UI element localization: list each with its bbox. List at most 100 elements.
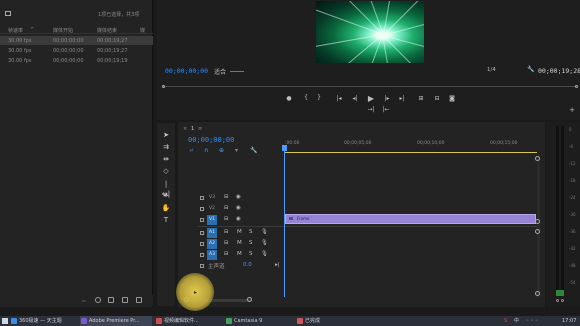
ime-indicator[interactable]: 中 xyxy=(514,316,519,326)
search-icon[interactable] xyxy=(95,297,101,303)
track-name[interactable]: V2 xyxy=(207,204,217,214)
microphone-icon[interactable]: 🎙 xyxy=(261,229,268,235)
delete-icon[interactable] xyxy=(136,297,142,303)
scrubber-end-handle[interactable] xyxy=(575,85,578,88)
step-forward-icon[interactable]: |▸ xyxy=(382,95,392,102)
eye-icon[interactable]: ◉ xyxy=(236,205,241,211)
type-icon[interactable]: T xyxy=(161,215,171,225)
track-header-v1[interactable]: V1 ⊟ ◉ xyxy=(197,215,283,226)
mute-button[interactable]: M xyxy=(237,251,242,257)
solo-button[interactable]: S xyxy=(249,251,253,257)
taskbar-item[interactable]: 已完成 xyxy=(296,316,348,326)
linked-selection-icon[interactable]: ∩ xyxy=(204,147,208,154)
track-header-v3[interactable]: V3 ⊟ ◉ xyxy=(197,193,283,204)
scroll-handle[interactable] xyxy=(535,156,540,161)
solo-button[interactable]: S xyxy=(249,229,253,235)
track-name[interactable]: A2 xyxy=(207,239,217,249)
track-name[interactable]: V3 xyxy=(207,193,217,203)
lock-icon[interactable] xyxy=(200,231,204,235)
lift-icon[interactable]: ⊞ xyxy=(416,95,426,102)
microphone-icon[interactable]: 🎙 xyxy=(261,251,268,257)
extract-icon[interactable]: ⊟ xyxy=(432,95,442,102)
mute-button[interactable]: M xyxy=(237,240,242,246)
solo-button[interactable]: S xyxy=(249,240,253,246)
master-volume[interactable]: 0.0 xyxy=(243,262,252,268)
go-to-out-icon[interactable]: ▸| xyxy=(397,95,407,102)
track-header-a1[interactable]: A1 ⊟ M S 🎙 xyxy=(197,228,283,239)
taskbar-item[interactable]: 视频编辑软件... xyxy=(155,316,221,326)
selection-tool-icon[interactable]: ➤ xyxy=(161,130,171,140)
go-to-end-icon[interactable]: ▸| xyxy=(275,262,280,268)
close-icon[interactable]: × xyxy=(183,126,187,132)
eye-icon[interactable]: ◉ xyxy=(236,216,241,222)
taskbar-item[interactable]: Camtasia 9 xyxy=(225,316,291,326)
microphone-icon[interactable]: 🎙 xyxy=(261,240,268,246)
step-back-icon[interactable]: ◂| xyxy=(350,95,360,102)
new-bin-icon[interactable] xyxy=(108,297,114,303)
out-point-icon[interactable]: } xyxy=(314,94,324,101)
lock-icon[interactable] xyxy=(200,242,204,246)
razor-icon[interactable]: ◇ xyxy=(161,166,171,176)
lock-icon[interactable] xyxy=(200,264,204,268)
timeline-ruler[interactable]: :00:00 00;00;05;00 00;00;10;00 00;00;15;… xyxy=(284,141,538,152)
video-clip[interactable]: Frame xyxy=(285,214,536,224)
track-name[interactable]: A1 xyxy=(207,228,217,238)
column-header[interactable]: 媒体结束 xyxy=(97,27,117,34)
lock-icon[interactable] xyxy=(200,196,204,200)
sync-lock-icon[interactable]: ⊟ xyxy=(224,229,229,235)
track-select-icon[interactable]: ⇉ xyxy=(161,142,171,152)
lock-icon[interactable] xyxy=(200,207,204,211)
slip-icon[interactable]: |↔| xyxy=(161,179,171,198)
add-marker-icon[interactable]: ⊕ xyxy=(219,147,224,154)
eye-icon[interactable]: ◉ xyxy=(236,194,241,200)
sync-lock-icon[interactable]: ⊟ xyxy=(224,251,229,257)
export-frame-icon[interactable]: ◙ xyxy=(447,95,457,102)
solo-button[interactable] xyxy=(556,299,559,302)
zoom-slider[interactable]: ▭ xyxy=(82,298,86,303)
taskbar-item[interactable]: Adobe Premiere Pr... xyxy=(80,316,152,326)
marker-icon[interactable]: ▾ xyxy=(235,147,238,154)
playhead[interactable] xyxy=(284,145,285,297)
solo-button[interactable] xyxy=(561,299,564,302)
timeline-settings-icon[interactable]: 🔧 xyxy=(250,147,257,154)
column-header[interactable]: 帧速率 xyxy=(8,27,23,34)
fit-dropdown[interactable]: 适合 xyxy=(214,67,226,76)
playhead-handle[interactable] xyxy=(282,145,287,151)
hand-icon[interactable]: ✋ xyxy=(161,203,171,213)
sync-lock-icon[interactable]: ⊟ xyxy=(224,194,229,200)
wrench-icon[interactable]: 🔧 xyxy=(527,66,534,73)
scrubber-start-handle[interactable] xyxy=(162,85,165,88)
start-icon[interactable] xyxy=(2,318,8,324)
column-header[interactable]: 媒 xyxy=(140,27,145,34)
sync-lock-icon[interactable]: ⊟ xyxy=(224,205,229,211)
new-item-icon[interactable] xyxy=(122,297,128,303)
sequence-tab[interactable]: 1 xyxy=(191,126,194,132)
sogou-icon[interactable]: S xyxy=(504,316,507,326)
project-row[interactable]: 30.00 fps 00;00;00;00 00;00;19;27 xyxy=(0,36,153,45)
program-timecode[interactable]: 00;00;00;00 xyxy=(165,67,208,75)
track-header-v2[interactable]: V2 ⊟ ◉ xyxy=(197,204,283,215)
resolution-dropdown[interactable]: 1/4 xyxy=(487,67,496,73)
project-row[interactable]: 30.00 fps 00;00;00;00 00;00;19;19 xyxy=(0,56,153,65)
scroll-handle[interactable] xyxy=(535,291,540,296)
add-button[interactable]: + xyxy=(567,106,577,114)
taskbar-item[interactable]: 360极速 — 天主题 xyxy=(10,316,76,326)
go-to-in-icon[interactable]: |◂ xyxy=(334,95,344,102)
column-header[interactable]: 媒体开始 xyxy=(53,27,73,34)
lock-icon[interactable] xyxy=(200,218,204,222)
work-area-bar[interactable] xyxy=(285,152,537,153)
tab-menu-icon[interactable]: ≡ xyxy=(198,126,202,132)
marker-icon[interactable]: ● xyxy=(284,95,294,102)
track-header-a3[interactable]: A3 ⊟ M S 🎙 xyxy=(197,250,283,261)
track-header-a2[interactable]: A2 ⊟ M S 🎙 xyxy=(197,239,283,250)
lock-icon[interactable] xyxy=(200,253,204,257)
mute-button[interactable]: M xyxy=(237,229,242,235)
clock[interactable]: 17:07 xyxy=(562,316,576,326)
track-name[interactable]: V1 xyxy=(207,215,217,225)
program-scrubber[interactable] xyxy=(163,83,576,87)
zoom-handle[interactable] xyxy=(247,297,252,302)
ripple-edit-icon[interactable]: ⇹ xyxy=(161,154,171,164)
fit-dropdown-arrow-icon[interactable] xyxy=(230,68,244,72)
overwrite-icon[interactable]: |← xyxy=(381,106,391,113)
timeline-vertical-scrollbar[interactable] xyxy=(537,157,540,297)
